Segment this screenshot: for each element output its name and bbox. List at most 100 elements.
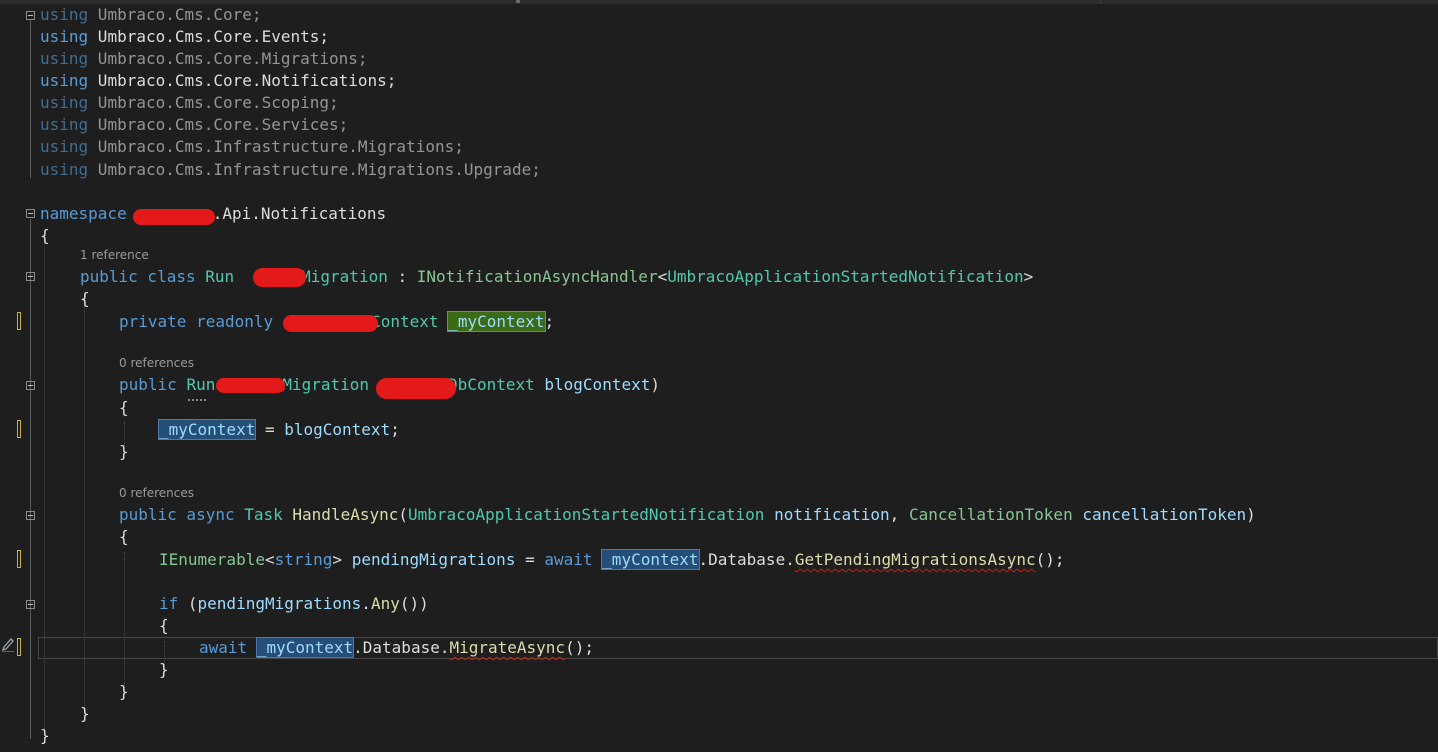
change-marker — [17, 550, 21, 568]
fold-toggle-class[interactable] — [26, 272, 35, 281]
ctor-name-end: Migration — [282, 375, 370, 394]
code-line-migrate[interactable]: await _myContext.Database.MigrateAsync()… — [199, 637, 594, 659]
using-namespace: Umbraco.Cms.Core.Migrations; — [88, 49, 368, 68]
call-tail: (); — [565, 638, 594, 657]
interface-name: INotificationAsyncHandler — [416, 267, 658, 286]
brace: } — [119, 442, 129, 461]
param-name: blogContext — [544, 375, 651, 394]
param-name: notification — [774, 505, 890, 524]
code-line-brace: } — [119, 441, 129, 463]
return-type: Task — [244, 505, 283, 524]
redaction-mark — [376, 378, 456, 399]
intellisense-dots — [188, 397, 206, 401]
code-line-class: public class Run Migration : INotificatio… — [80, 266, 1033, 288]
using-namespace: Umbraco.Cms.Core.Services; — [88, 115, 349, 134]
param-type: CancellationToken — [908, 505, 1073, 524]
code-line-using: using Umbraco.Cms.Core.Scoping; — [40, 92, 339, 114]
method-call: GetPendingMigrationsAsync — [794, 550, 1036, 569]
paren-close: ) — [650, 375, 660, 394]
keyword: public async — [119, 505, 235, 524]
brace: { — [40, 226, 50, 245]
fold-toggle-ctor[interactable] — [26, 381, 35, 390]
type-name: IEnumerable — [159, 550, 265, 569]
member-access: .Database. — [698, 550, 795, 569]
code-line-brace: { — [119, 526, 129, 548]
fold-toggle-usings[interactable] — [26, 11, 35, 20]
code-line-assignment: _myContext = blogContext; — [157, 419, 400, 441]
keyword: namespace — [40, 204, 127, 223]
keyword: using — [40, 5, 89, 24]
keyword: public — [119, 375, 177, 394]
code-line-method: public async Task HandleAsync(UmbracoApp… — [119, 504, 1256, 526]
namespace-name: .Api.Notifications — [212, 204, 387, 223]
member-access: .Database. — [353, 638, 450, 657]
fold-toggle-namespace[interactable] — [26, 209, 35, 218]
angle-open: < — [264, 550, 275, 569]
code-line-brace: { — [119, 397, 129, 419]
using-namespace: Umbraco.Cms.Infrastructure.Migrations; — [88, 137, 464, 156]
param-type-end: DbContext — [448, 375, 535, 394]
keyword: using — [40, 27, 89, 46]
keyword: using — [40, 49, 89, 68]
code-editor[interactable]: using Umbraco.Cms.Core; using Umbraco.Cm… — [0, 4, 1438, 752]
using-namespace: Umbraco.Cms.Infrastructure.Migrations.Up… — [88, 160, 541, 179]
using-namespace: Umbraco.Cms.Core; — [88, 5, 262, 24]
fold-toggle-if[interactable] — [26, 600, 35, 609]
method-name: HandleAsync — [292, 505, 399, 524]
code-line-using: using Umbraco.Cms.Core.Migrations; — [40, 48, 368, 70]
brace: } — [40, 726, 50, 745]
keyword: using — [40, 115, 89, 134]
code-line-brace: } — [119, 681, 129, 703]
comma: , — [889, 505, 909, 524]
method-call: Any — [370, 594, 400, 613]
field-reference[interactable]: _myContext — [601, 549, 700, 570]
brace: } — [80, 704, 90, 723]
param-type: UmbracoApplicationStartedNotification — [408, 505, 765, 524]
code-line-pending: IEnumerable<string> pendingMigrations = … — [159, 549, 1065, 571]
paren-close: ) — [1246, 505, 1256, 524]
call-tail: (); — [1035, 550, 1065, 569]
redaction-mark — [133, 209, 215, 225]
keyword: using — [40, 160, 89, 179]
using-namespace: Umbraco.Cms.Core.Scoping; — [88, 93, 339, 112]
semicolon: ; — [544, 312, 555, 331]
local-variable: pendingMigrations — [351, 550, 516, 569]
class-name-end: Migration — [301, 267, 388, 286]
codelens-references[interactable]: 1 reference — [80, 248, 149, 262]
type-argument: UmbracoApplicationStartedNotification — [667, 267, 1024, 286]
keyword: using — [40, 71, 89, 90]
fold-line-usings — [30, 20, 31, 178]
keyword: using — [40, 137, 89, 156]
field-name[interactable]: _myContext — [447, 311, 546, 332]
using-namespace: Umbraco.Cms.Core.Notifications; — [88, 71, 397, 90]
angle-close: > — [332, 550, 343, 569]
code-line-brace: } — [80, 703, 90, 725]
code-line-using: using Umbraco.Cms.Infrastructure.Migrati… — [40, 136, 464, 158]
keyword: private readonly — [119, 312, 274, 331]
redaction-mark — [253, 268, 306, 287]
param-reference: blogContext — [284, 420, 391, 439]
codelens-references[interactable]: 0 references — [119, 356, 194, 370]
angle-open: < — [657, 267, 668, 286]
ctor-name-start: Run — [186, 375, 216, 394]
change-marker — [17, 312, 21, 330]
code-line-using: using Umbraco.Cms.Core; — [40, 4, 262, 26]
code-line-brace: } — [40, 725, 50, 747]
method-call: MigrateAsync — [449, 638, 566, 657]
brace: { — [119, 398, 129, 417]
keyword: await — [199, 638, 248, 657]
codelens-references[interactable]: 0 references — [119, 486, 194, 500]
fold-toggle-method[interactable] — [26, 511, 35, 520]
angle-close: > — [1023, 267, 1034, 286]
fold-line-namespace — [30, 219, 31, 739]
param-name: cancellationToken — [1082, 505, 1247, 524]
brace: } — [119, 682, 129, 701]
brace: } — [159, 660, 169, 679]
field-reference[interactable]: _myContext — [255, 637, 355, 658]
brace: { — [159, 616, 169, 635]
field-reference[interactable]: _myContext — [157, 419, 257, 440]
call-tail: ()) — [399, 594, 429, 613]
class-name-start: Run — [205, 267, 235, 286]
change-marker — [17, 638, 21, 656]
brace: { — [119, 527, 129, 546]
